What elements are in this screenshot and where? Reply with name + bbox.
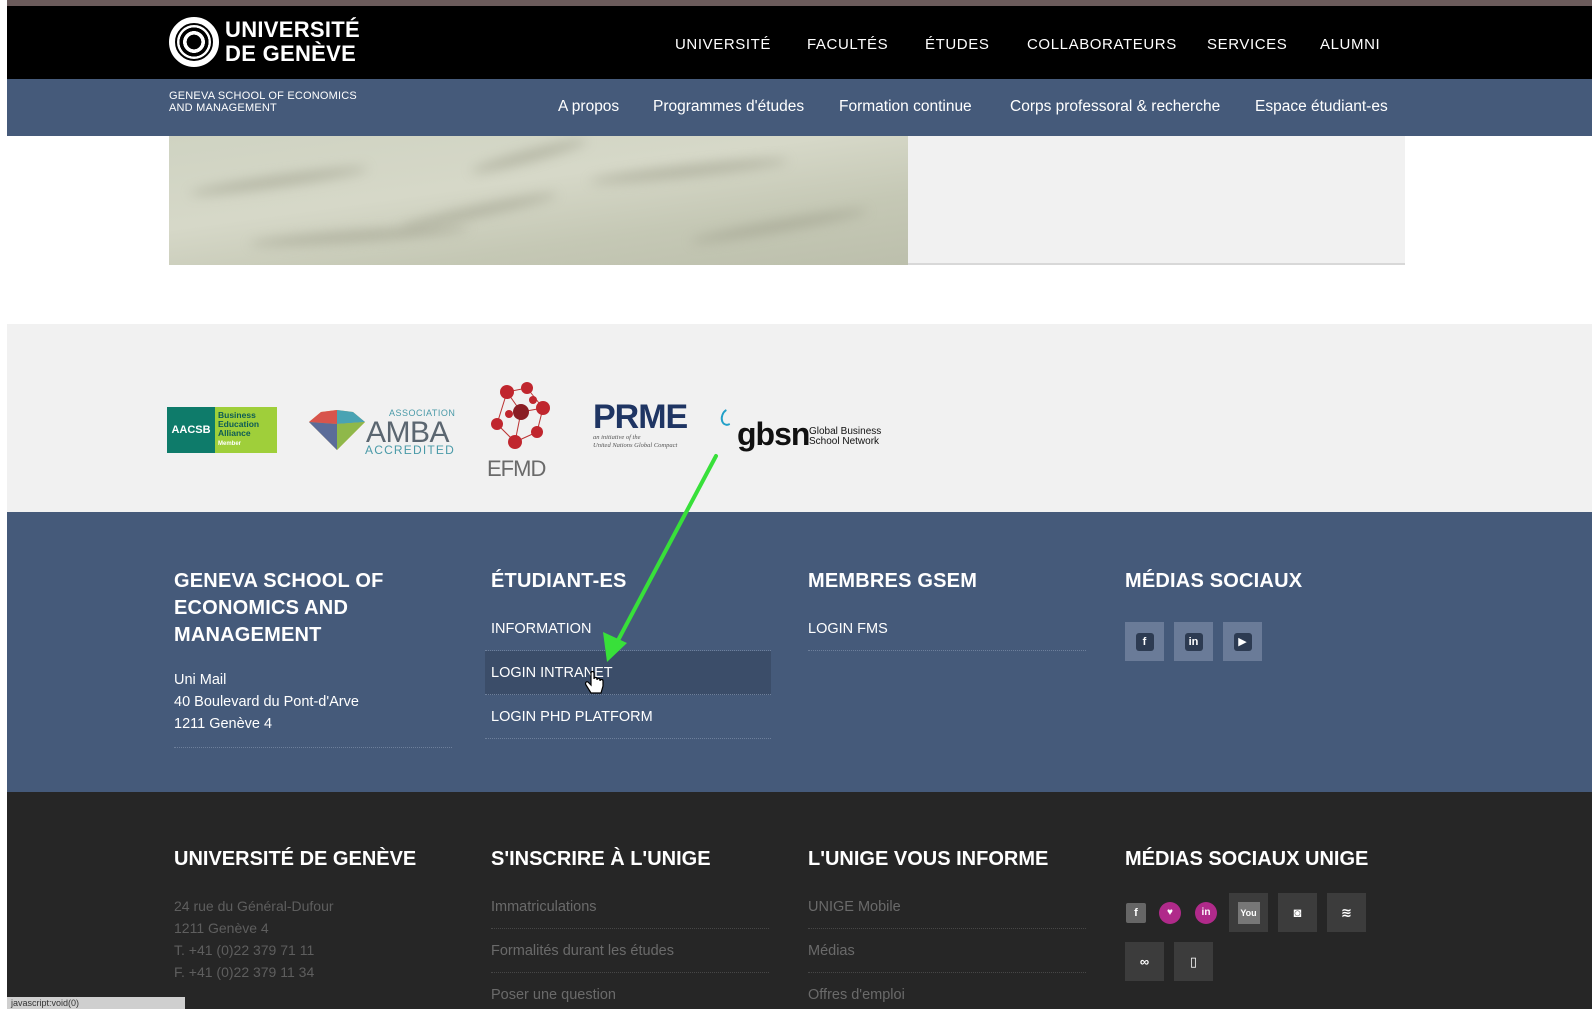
- link-immatriculations[interactable]: Immatriculations: [491, 885, 769, 929]
- main-nav: UNIVERSITÉ FACULTÉS ÉTUDES COLLABORATEUR…: [7, 36, 1592, 56]
- linkedin-icon[interactable]: in: [1193, 893, 1219, 932]
- aacsb-text: AACSB: [171, 424, 211, 436]
- unige-phone: T. +41 (0)22 379 71 11: [174, 942, 315, 958]
- facebook-icon[interactable]: f: [1125, 622, 1164, 661]
- school-address: Uni Mail 40 Boulevard du Pont-d'Arve 121…: [174, 669, 454, 735]
- prme-text: PRME: [593, 398, 688, 436]
- nav-alumni[interactable]: ALUMNI: [1320, 36, 1380, 53]
- unige-fax: F. +41 (0)22 379 11 34: [174, 964, 315, 980]
- register-links: Immatriculations Formalités durant les é…: [491, 885, 769, 1009]
- hero-banner: [169, 136, 1405, 265]
- footer-school-title: GENEVA SCHOOL OF ECONOMICS AND MANAGEMEN…: [174, 570, 384, 646]
- unige-social-icons: f ♥ in You ◙ ≋ ∞ ▯: [1125, 893, 1375, 981]
- amba-gem-icon: [309, 410, 365, 450]
- footer-social-unige-title: MÉDIAS SOCIAUX UNIGE: [1125, 848, 1369, 870]
- footer-col-students: ÉTUDIANT-ES INFORMATION LOGIN INTRANET L…: [485, 568, 771, 739]
- footer-informe-title: L'UNIGE VOUS INFORME: [808, 848, 1049, 870]
- university-footer: UNIVERSITÉ DE GENÈVE 24 rue du Général-D…: [7, 792, 1592, 1009]
- footer-col-informe: L'UNIGE VOUS INFORME UNIGE Mobile Médias…: [808, 848, 1086, 1009]
- footer-col-unige: UNIVERSITÉ DE GENÈVE 24 rue du Général-D…: [174, 848, 416, 983]
- unige-address-line1: 24 rue du Général-Dufour: [174, 898, 334, 914]
- unige-address-line2: 1211 Genève 4: [174, 920, 269, 936]
- link-login-intranet[interactable]: LOGIN INTRANET: [485, 651, 771, 695]
- address-line1: Uni Mail: [174, 672, 227, 688]
- link-offres-emploi[interactable]: Offres d'emploi: [808, 973, 1086, 1009]
- footer-col-school: GENEVA SCHOOL OF ECONOMICS AND MANAGEMEN…: [174, 568, 454, 748]
- link-login-fms[interactable]: LOGIN FMS: [808, 607, 1086, 651]
- subnav-a-propos[interactable]: A propos: [558, 98, 619, 116]
- link-medias[interactable]: Médias: [808, 929, 1086, 973]
- hero-image: [169, 136, 908, 265]
- students-links: INFORMATION LOGIN INTRANET LOGIN PHD PLA…: [485, 607, 771, 739]
- subnav-espace-etudiant[interactable]: Espace étudiant-es: [1255, 98, 1388, 116]
- social-icons: f in ▶: [1125, 622, 1302, 661]
- gbsn-sub2: School Network: [809, 436, 880, 447]
- prme-logo[interactable]: PRME an initiative of the United Nations…: [593, 398, 688, 450]
- unige-address: 24 rue du Général-Dufour 1211 Genève 4 T…: [174, 895, 416, 983]
- aacsb-logo[interactable]: AACSB Business Education Alliance Member: [167, 407, 277, 453]
- footer-col-members: MEMBRES GSEM LOGIN FMS: [808, 568, 1086, 651]
- prme-sub2: United Nations Global Compact: [593, 442, 678, 449]
- youtube-icon[interactable]: ▶: [1223, 622, 1262, 661]
- footer-register-title: S'INSCRIRE À L'UNIGE: [491, 848, 711, 870]
- footer-col-social-unige: MÉDIAS SOCIAUX UNIGE f ♥ in You ◙ ≋ ∞ ▯: [1125, 848, 1375, 981]
- nav-etudes[interactable]: ÉTUDES: [925, 36, 989, 53]
- browser-status-bar: javascript:void(0): [7, 997, 185, 1009]
- gbsn-logo[interactable]: gbsn Global Business School Network: [717, 406, 889, 456]
- infinity-icon[interactable]: ∞: [1125, 942, 1164, 981]
- link-information[interactable]: INFORMATION: [485, 607, 771, 651]
- school-line2: AND MANAGEMENT: [169, 102, 277, 114]
- faculty-header: GENEVA SCHOOL OF ECONOMICS AND MANAGEMEN…: [7, 79, 1592, 136]
- link-login-phd-platform[interactable]: LOGIN PHD PLATFORM: [485, 695, 771, 739]
- nav-collaborateurs[interactable]: COLLABORATEURS: [1027, 36, 1177, 53]
- university-header: UNIVERSITÉ DE GENÈVE UNIVERSITÉ FACULTÉS…: [7, 6, 1592, 79]
- footer-unige-title: UNIVERSITÉ DE GENÈVE: [174, 848, 417, 870]
- twitter-icon[interactable]: ♥: [1157, 893, 1183, 932]
- school-name[interactable]: GENEVA SCHOOL OF ECONOMICS AND MANAGEMEN…: [169, 90, 357, 114]
- hand-cursor-icon: [585, 671, 604, 694]
- address-line2: 40 Boulevard du Pont-d'Arve: [174, 694, 359, 710]
- footer-col-social: MÉDIAS SOCIAUX f in ▶: [1125, 568, 1302, 661]
- nav-services[interactable]: SERVICES: [1207, 36, 1287, 53]
- gbsn-arc-icon: [718, 406, 738, 428]
- mobile-icon[interactable]: ▯: [1174, 942, 1213, 981]
- divider: [174, 747, 452, 748]
- youtube-icon[interactable]: You: [1229, 893, 1268, 932]
- aacsb-subtext: Business Education Alliance: [218, 410, 260, 438]
- efmd-text: EFMD: [487, 456, 546, 481]
- subnav-programmes[interactable]: Programmes d'études: [653, 98, 804, 116]
- subnav-formation-continue[interactable]: Formation continue: [839, 98, 972, 116]
- faculty-footer: GENEVA SCHOOL OF ECONOMICS AND MANAGEMEN…: [7, 512, 1592, 792]
- footer-members-title: MEMBRES GSEM: [808, 570, 978, 592]
- amba-logo[interactable]: ASSOCIATION AMBA ACCREDITED: [309, 406, 456, 457]
- school-line1: GENEVA SCHOOL OF ECONOMICS: [169, 90, 357, 102]
- gbsn-text: gbsn: [737, 416, 810, 452]
- link-formalites[interactable]: Formalités durant les études: [491, 929, 769, 973]
- footer-students-title: ÉTUDIANT-ES: [491, 570, 627, 592]
- members-links: LOGIN FMS: [808, 607, 1086, 651]
- footer-col-register: S'INSCRIRE À L'UNIGE Immatriculations Fo…: [491, 848, 769, 1009]
- footer-social-title: MÉDIAS SOCIAUX: [1125, 570, 1303, 592]
- efmd-logo[interactable]: EFMD: [487, 380, 553, 481]
- efmd-molecule-icon: [491, 382, 550, 449]
- instagram-icon[interactable]: ◙: [1278, 893, 1317, 932]
- linkedin-icon[interactable]: in: [1174, 622, 1213, 661]
- informe-links: UNIGE Mobile Médias Offres d'emploi: [808, 885, 1086, 1009]
- browser-viewport: UNIVERSITÉ DE GENÈVE UNIVERSITÉ FACULTÉS…: [7, 0, 1592, 1009]
- address-line3: 1211 Genève 4: [174, 716, 273, 732]
- facebook-icon[interactable]: f: [1125, 893, 1147, 932]
- link-unige-mobile[interactable]: UNIGE Mobile: [808, 885, 1086, 929]
- nav-facultes[interactable]: FACULTÉS: [807, 36, 888, 53]
- nav-universite[interactable]: UNIVERSITÉ: [675, 36, 771, 53]
- accreditation-band: AACSB Business Education Alliance Member…: [7, 324, 1592, 512]
- link-poser-question[interactable]: Poser une question: [491, 973, 769, 1009]
- rss-icon[interactable]: ≋: [1327, 893, 1366, 932]
- aacsb-member: Member: [218, 441, 242, 447]
- amba-accredited: ACCREDITED: [365, 443, 456, 457]
- subnav-corps-professoral[interactable]: Corps professoral & recherche: [1010, 98, 1220, 116]
